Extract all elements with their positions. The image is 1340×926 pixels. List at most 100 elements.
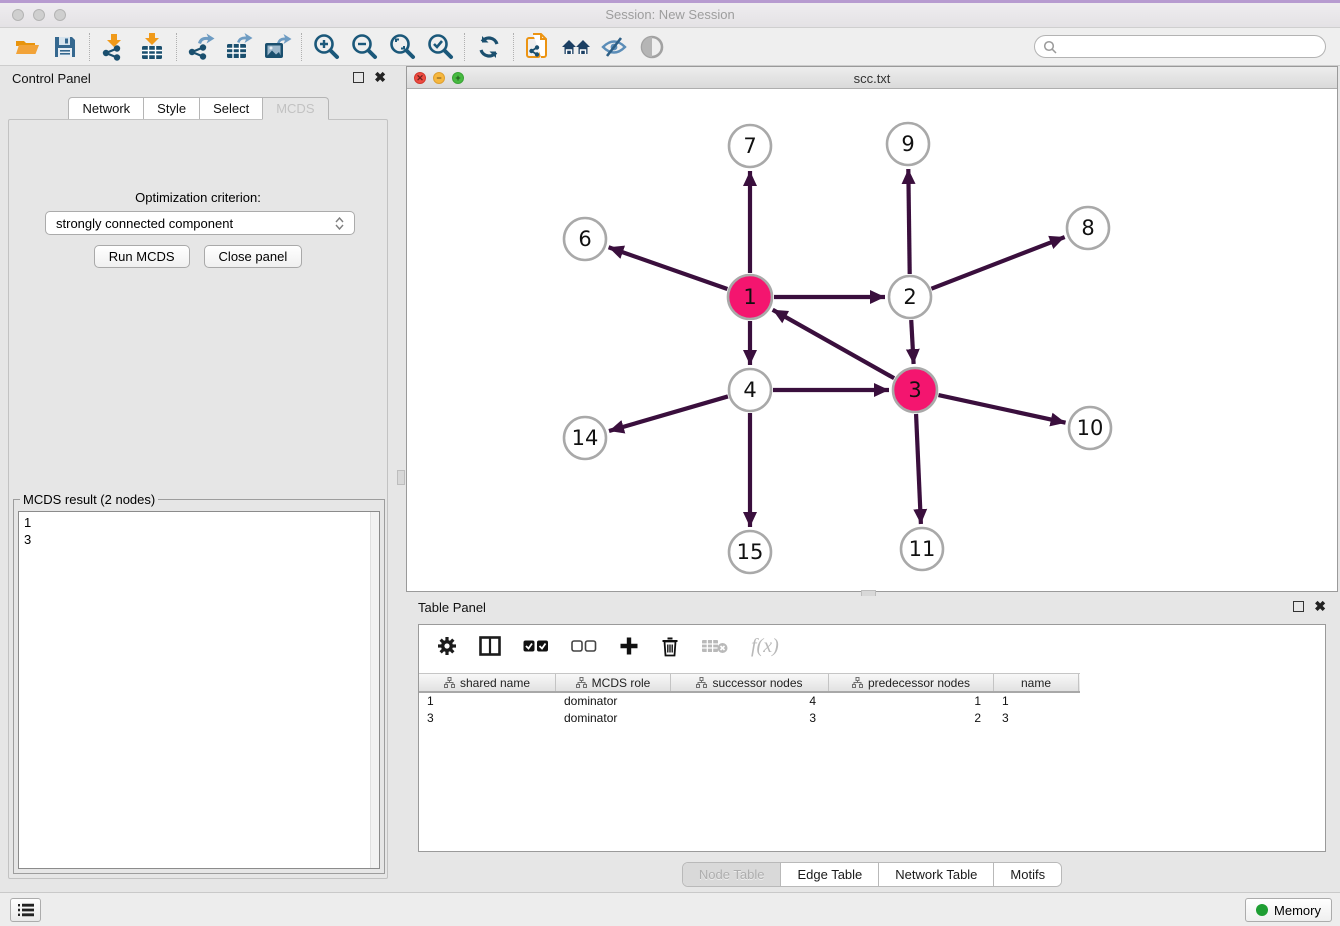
vertical-splitter-grip[interactable] [397, 470, 405, 485]
network-canvas[interactable]: 1 2 3 4 6 7 8 9 10 11 14 15 [407, 89, 1337, 591]
column-header-predecessor-nodes[interactable]: predecessor nodes [829, 674, 994, 691]
table-cell[interactable]: 3 [671, 710, 829, 727]
workspace: Control Panel ✖ NetworkStyleSelectMCDS O… [0, 66, 1340, 892]
graph-node-2[interactable]: 2 [889, 276, 931, 318]
unselect-all-columns-button[interactable] [571, 640, 597, 653]
tab-edge-table[interactable]: Edge Table [781, 863, 879, 886]
column-header-name[interactable]: name [994, 674, 1079, 691]
zoom-out-button[interactable] [345, 31, 383, 63]
column-header-successor-nodes[interactable]: successor nodes [671, 674, 829, 691]
svg-text:3: 3 [908, 378, 921, 402]
import-network-icon [100, 33, 128, 61]
float-panel-icon[interactable] [353, 72, 364, 83]
graph-node-15[interactable]: 15 [729, 531, 771, 573]
create-column-button[interactable] [619, 636, 639, 656]
close-panel-icon[interactable]: ✖ [374, 72, 386, 83]
table-cell[interactable]: 3 [419, 710, 556, 727]
function-builder-button[interactable]: f(x) [751, 635, 779, 658]
graph-node-6[interactable]: 6 [564, 218, 606, 260]
import-table-icon [138, 33, 166, 61]
tab-mcds[interactable]: MCDS [262, 97, 328, 120]
tab-style[interactable]: Style [143, 97, 200, 120]
tab-node-table[interactable]: Node Table [683, 863, 782, 886]
tab-motifs[interactable]: Motifs [994, 863, 1061, 886]
search-input[interactable] [1062, 40, 1317, 54]
toolbar-separator [513, 33, 514, 61]
table-cell[interactable]: 4 [671, 693, 829, 710]
delete-table-button[interactable] [701, 638, 729, 654]
import-network-button[interactable] [95, 31, 133, 63]
zoom-fit-button[interactable] [383, 31, 421, 63]
network-graph[interactable]: 1 2 3 4 6 7 8 9 10 11 14 15 [407, 89, 1337, 591]
table-cell[interactable]: 1 [994, 693, 1079, 710]
task-history-button[interactable] [10, 898, 41, 922]
graph-node-7[interactable]: 7 [729, 125, 771, 167]
edge-1-6[interactable] [609, 247, 728, 289]
scrollbar[interactable] [370, 512, 379, 868]
export-table-button[interactable] [220, 31, 258, 63]
clone-network-button[interactable] [519, 31, 557, 63]
tab-network[interactable]: Network [68, 97, 144, 120]
column-header-MCDS-role[interactable]: MCDS role [556, 674, 671, 691]
edge-3-1[interactable] [773, 310, 894, 378]
save-session-button[interactable] [46, 31, 84, 63]
graph-node-8[interactable]: 8 [1067, 207, 1109, 249]
tab-select[interactable]: Select [199, 97, 263, 120]
svg-text:7: 7 [743, 134, 756, 158]
table-cell[interactable]: 1 [419, 693, 556, 710]
table-row[interactable]: 3dominator323 [419, 710, 1325, 727]
column-header-label: shared name [460, 676, 530, 690]
open-session-button[interactable] [8, 31, 46, 63]
graph-node-11[interactable]: 11 [901, 528, 943, 570]
network-overview-button[interactable] [557, 31, 595, 63]
graph-node-9[interactable]: 9 [887, 123, 929, 165]
table-row[interactable]: 1dominator411 [419, 693, 1325, 710]
memory-button[interactable]: Memory [1245, 898, 1332, 922]
edge-2-8[interactable] [931, 237, 1064, 289]
svg-text:8: 8 [1081, 216, 1094, 240]
close-panel-button[interactable]: Close panel [204, 245, 303, 268]
export-network-button[interactable] [182, 31, 220, 63]
search-box[interactable] [1034, 35, 1326, 58]
column-header-shared-name[interactable]: shared name [419, 674, 556, 691]
edge-3-10[interactable] [938, 395, 1065, 423]
close-panel-icon[interactable]: ✖ [1314, 601, 1326, 612]
edge-4-14[interactable] [609, 396, 728, 431]
graph-node-14[interactable]: 14 [564, 417, 606, 459]
run-mcds-button[interactable]: Run MCDS [94, 245, 190, 268]
export-image-button[interactable] [258, 31, 296, 63]
table-cell[interactable]: dominator [556, 693, 671, 710]
svg-text:15: 15 [737, 540, 764, 564]
table-cell[interactable]: 1 [829, 693, 994, 710]
mcds-result-text[interactable]: 1 3 [18, 511, 380, 869]
checked-boxes-icon [523, 640, 549, 653]
select-all-columns-button[interactable] [523, 640, 549, 653]
float-panel-icon[interactable] [1293, 601, 1304, 612]
tab-network-table[interactable]: Network Table [879, 863, 994, 886]
zoom-selected-button[interactable] [421, 31, 459, 63]
import-table-button[interactable] [133, 31, 171, 63]
optimization-criterion-select[interactable]: strongly connected component [45, 211, 355, 235]
column-header-label: successor nodes [712, 676, 802, 690]
edge-2-9[interactable] [908, 169, 909, 274]
table-header-row: shared name MCDS role successor nodes prede… [419, 673, 1080, 693]
network-window-titlebar: ✕ − + scc.txt [407, 67, 1337, 89]
table-settings-button[interactable] [437, 636, 457, 656]
edge-3-11[interactable] [916, 414, 921, 524]
show-panels-button[interactable] [633, 31, 671, 63]
node-table: shared name MCDS role successor nodes prede… [419, 673, 1325, 727]
table-cell[interactable]: 2 [829, 710, 994, 727]
refresh-layout-button[interactable] [470, 31, 508, 63]
control-panel-title: Control Panel [12, 71, 91, 86]
graph-node-10[interactable]: 10 [1069, 407, 1111, 449]
graph-node-3[interactable]: 3 [893, 368, 937, 412]
graph-node-1[interactable]: 1 [728, 275, 772, 319]
show-column-panel-button[interactable] [479, 636, 501, 656]
graph-node-4[interactable]: 4 [729, 369, 771, 411]
zoom-in-button[interactable] [307, 31, 345, 63]
table-cell[interactable]: 3 [994, 710, 1079, 727]
hide-panels-button[interactable] [595, 31, 633, 63]
edge-2-3[interactable] [911, 320, 913, 364]
delete-column-button[interactable] [661, 636, 679, 657]
table-cell[interactable]: dominator [556, 710, 671, 727]
